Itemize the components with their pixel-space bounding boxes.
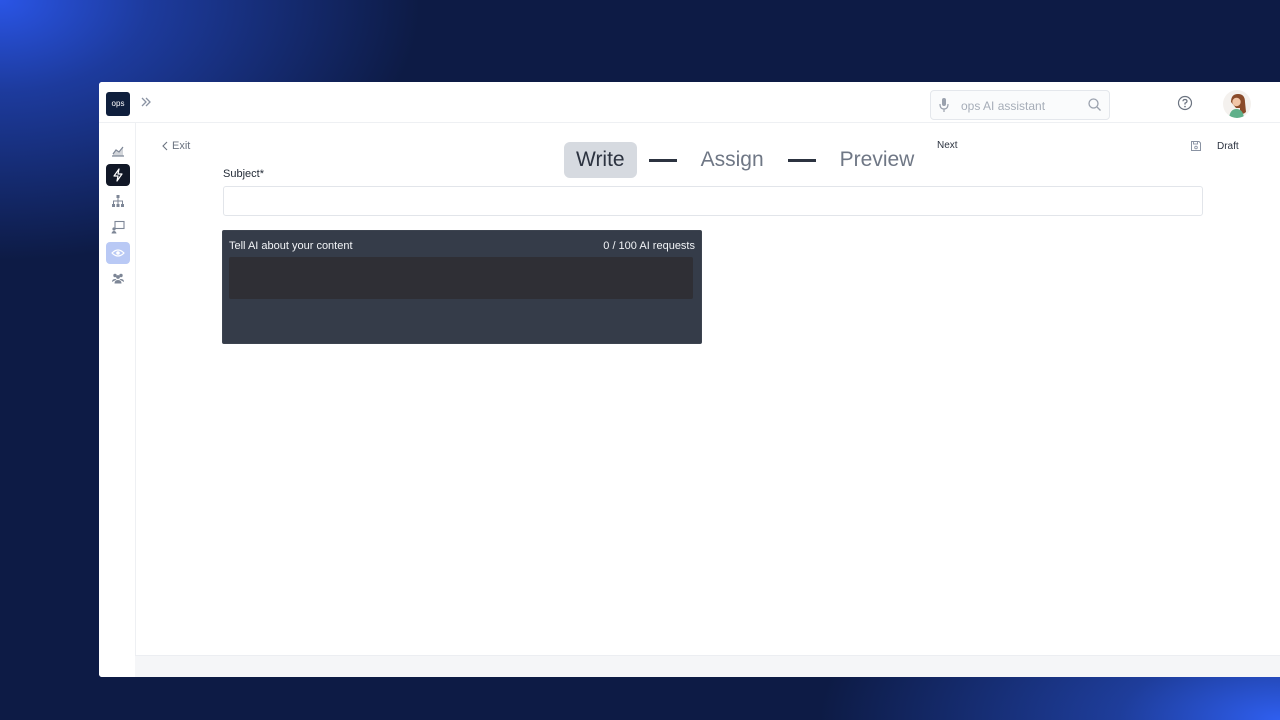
ai-prompt-input[interactable]	[229, 257, 693, 299]
user-avatar[interactable]	[1223, 90, 1251, 118]
presentation-icon	[111, 220, 125, 234]
save-icon[interactable]	[1190, 139, 1202, 151]
sidebar-item-analytics[interactable]	[106, 139, 130, 161]
sidebar-nav	[99, 123, 136, 677]
ops-logo[interactable]: ops	[106, 92, 130, 116]
draft-status: Draft	[1217, 141, 1239, 152]
chevron-left-icon	[162, 141, 168, 151]
sidebar-item-organization[interactable]	[106, 190, 130, 212]
lightning-icon	[113, 168, 123, 182]
exit-label: Exit	[172, 140, 191, 152]
help-icon[interactable]	[1177, 95, 1193, 111]
team-icon	[112, 273, 124, 284]
top-bar: ops	[99, 82, 1280, 123]
step-separator	[787, 158, 816, 162]
sidebar-item-content[interactable]	[106, 242, 130, 264]
sidebar-item-training[interactable]	[106, 216, 130, 238]
ai-panel-title: Tell AI about your content	[229, 240, 353, 252]
exit-button[interactable]: Exit	[161, 139, 190, 153]
step-write[interactable]: Write	[564, 142, 637, 178]
step-assign[interactable]: Assign	[689, 142, 776, 178]
ai-prompt-panel: Tell AI about your content 0 / 100 AI re…	[222, 230, 702, 344]
ai-assistant-search[interactable]	[930, 90, 1110, 120]
step-separator	[648, 158, 677, 162]
org-chart-icon	[112, 195, 124, 207]
eye-icon	[111, 249, 125, 257]
subject-label: Subject*	[223, 168, 264, 180]
sidebar-item-teams[interactable]	[106, 267, 130, 289]
step-indicator: Write Assign Preview	[564, 141, 926, 179]
bottom-bar	[135, 655, 1280, 677]
search-icon[interactable]	[1087, 97, 1102, 112]
next-button[interactable]: Next	[937, 140, 958, 151]
sidebar-item-automation[interactable]	[106, 164, 130, 186]
microphone-icon[interactable]	[938, 97, 950, 113]
search-input[interactable]	[959, 95, 1083, 117]
subject-field[interactable]	[223, 186, 1203, 216]
app-window: ops ops AI assistant Exit Write Assign P…	[99, 82, 1280, 677]
expand-sidebar-icon[interactable]	[139, 95, 153, 109]
analytics-icon	[112, 146, 124, 157]
ai-request-counter: 0 / 100 AI requests	[603, 240, 695, 252]
step-preview[interactable]: Preview	[828, 142, 927, 178]
